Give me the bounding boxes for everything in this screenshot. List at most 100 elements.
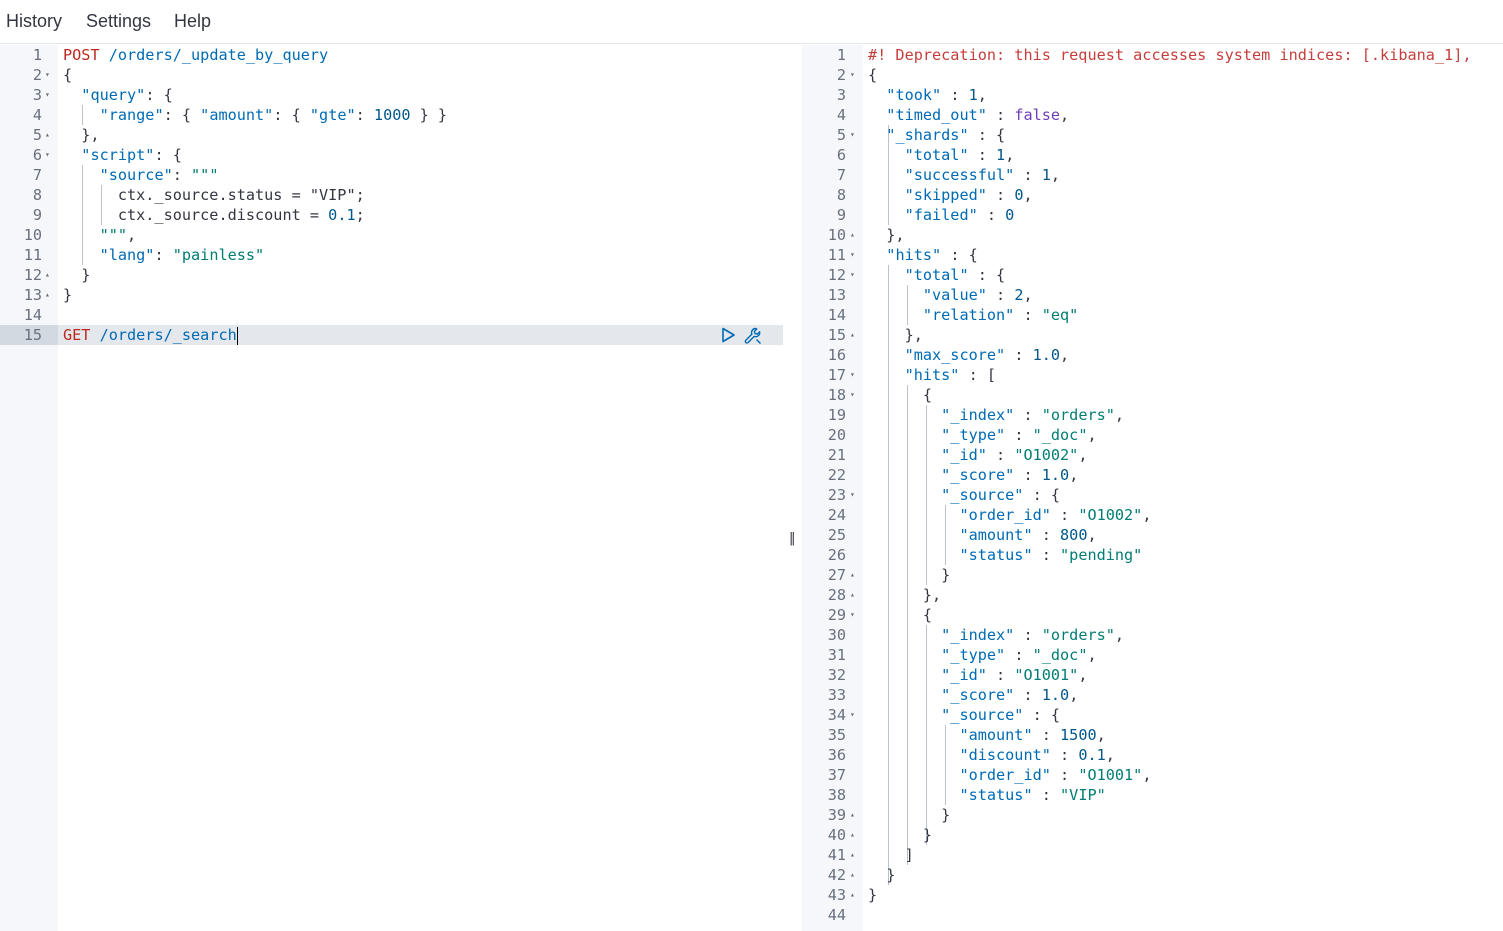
fold-collapsed-icon[interactable]: ▴ — [45, 285, 50, 305]
response-line[interactable]: 15 ▴ }, — [802, 325, 1503, 345]
fold-collapsed-icon[interactable]: ▴ — [850, 885, 855, 905]
code-text[interactable]: "_index" : "orders", — [868, 625, 1124, 645]
play-icon[interactable] — [719, 326, 737, 344]
code-text[interactable]: "query": { — [63, 85, 172, 105]
code-text[interactable]: "successful" : 1, — [868, 165, 1060, 185]
response-line[interactable]: 3 "took" : 1, — [802, 85, 1503, 105]
code-text[interactable]: }, — [868, 585, 941, 605]
code-text[interactable]: "source": """ — [63, 165, 219, 185]
request-line[interactable]: 12 ▴ } — [0, 265, 783, 285]
response-line[interactable]: 9 "failed" : 0 — [802, 205, 1503, 225]
code-text[interactable]: "script": { — [63, 145, 182, 165]
code-text[interactable]: "range": { "amount": { "gte": 1000 } } — [63, 105, 448, 125]
request-editor[interactable]: 1 POST /orders/_update_by_query 2 ▾{3 ▾ "que… — [0, 45, 783, 931]
fold-expanded-icon[interactable]: ▾ — [850, 705, 855, 725]
request-line[interactable]: 15 GET /orders/_search — [0, 325, 783, 345]
code-text[interactable]: "status" : "pending" — [868, 545, 1142, 565]
code-text[interactable]: }, — [63, 125, 99, 145]
code-text[interactable]: "_type" : "_doc", — [868, 645, 1096, 665]
request-line[interactable]: 9 ctx._source.discount = 0.1; — [0, 205, 783, 225]
response-line[interactable]: 23 ▾ "_source" : { — [802, 485, 1503, 505]
code-text[interactable]: "_source" : { — [868, 705, 1060, 725]
response-line[interactable]: 1 #! Deprecation: this request accesses s… — [802, 45, 1503, 65]
response-line[interactable]: 17 ▾ "hits" : [ — [802, 365, 1503, 385]
response-line[interactable]: 29 ▾ { — [802, 605, 1503, 625]
code-text[interactable]: "hits" : [ — [868, 365, 996, 385]
response-line[interactable]: 34 ▾ "_source" : { — [802, 705, 1503, 725]
response-line[interactable]: 27 ▴ } — [802, 565, 1503, 585]
code-text[interactable]: } — [868, 885, 877, 905]
pane-divider[interactable]: ‖ — [783, 45, 802, 931]
request-line[interactable]: 4 "range": { "amount": { "gte": 1000 } } — [0, 105, 783, 125]
fold-expanded-icon[interactable]: ▾ — [45, 145, 50, 165]
response-line[interactable]: 22 "_score" : 1.0, — [802, 465, 1503, 485]
response-line[interactable]: 18 ▾ { — [802, 385, 1503, 405]
response-line[interactable]: 13 "value" : 2, — [802, 285, 1503, 305]
request-line[interactable]: 2 ▾ { — [0, 65, 783, 85]
menu-help[interactable]: Help — [174, 11, 211, 32]
code-text[interactable]: "discount" : 0.1, — [868, 745, 1114, 765]
response-line[interactable]: 44 — [802, 905, 1503, 925]
response-line[interactable]: 14 "relation" : "eq" — [802, 305, 1503, 325]
code-text[interactable]: }, — [868, 225, 904, 245]
fold-expanded-icon[interactable]: ▾ — [850, 125, 855, 145]
code-text[interactable]: "amount" : 1500, — [868, 725, 1105, 745]
code-text[interactable]: } — [868, 825, 932, 845]
fold-expanded-icon[interactable]: ▾ — [850, 385, 855, 405]
code-text[interactable]: { — [868, 605, 932, 625]
code-text[interactable]: "total" : 1, — [868, 145, 1015, 165]
response-line[interactable]: 10 ▴ }, — [802, 225, 1503, 245]
request-line[interactable]: 13 ▴} — [0, 285, 783, 305]
response-line[interactable]: 20 "_type" : "_doc", — [802, 425, 1503, 445]
code-text[interactable]: "timed_out" : false, — [868, 105, 1069, 125]
response-line[interactable]: 37 "order_id" : "O1001", — [802, 765, 1503, 785]
code-text[interactable]: "status" : "VIP" — [868, 785, 1105, 805]
code-text[interactable]: "hits" : { — [868, 245, 977, 265]
response-line[interactable]: 24 "order_id" : "O1002", — [802, 505, 1503, 525]
response-line[interactable]: 40 ▴ } — [802, 825, 1503, 845]
response-line[interactable]: 2 ▾ { — [802, 65, 1503, 85]
code-text[interactable]: "_score" : 1.0, — [868, 685, 1078, 705]
fold-expanded-icon[interactable]: ▾ — [850, 245, 855, 265]
fold-collapsed-icon[interactable]: ▴ — [850, 825, 855, 845]
response-line[interactable]: 31 "_type" : "_doc", — [802, 645, 1503, 665]
code-text[interactable]: }, — [868, 325, 923, 345]
response-line[interactable]: 35 "amount" : 1500, — [802, 725, 1503, 745]
code-text[interactable]: "max_score" : 1.0, — [868, 345, 1070, 365]
code-text[interactable]: "_source" : { — [868, 485, 1060, 505]
response-line[interactable]: 6 "total" : 1, — [802, 145, 1503, 165]
code-text[interactable]: "lang": "painless" — [63, 245, 265, 265]
fold-expanded-icon[interactable]: ▾ — [850, 605, 855, 625]
response-line[interactable]: 8 "skipped" : 0, — [802, 185, 1503, 205]
fold-collapsed-icon[interactable]: ▴ — [850, 585, 855, 605]
code-text[interactable]: } — [868, 565, 950, 585]
code-text[interactable]: "_index" : "orders", — [868, 405, 1124, 425]
response-line[interactable]: 43 ▴} — [802, 885, 1503, 905]
response-line[interactable]: 38 "status" : "VIP" — [802, 785, 1503, 805]
request-line[interactable]: 14 — [0, 305, 783, 325]
response-line[interactable]: 33 "_score" : 1.0, — [802, 685, 1503, 705]
fold-expanded-icon[interactable]: ▾ — [850, 265, 855, 285]
response-line[interactable]: 21 "_id" : "O1002", — [802, 445, 1503, 465]
fold-collapsed-icon[interactable]: ▴ — [850, 225, 855, 245]
fold-collapsed-icon[interactable]: ▴ — [45, 125, 50, 145]
code-text[interactable]: "took" : 1, — [868, 85, 987, 105]
request-line[interactable]: 3 ▾ "query": { — [0, 85, 783, 105]
code-text[interactable]: "order_id" : "O1002", — [868, 505, 1151, 525]
response-line[interactable]: 7 "successful" : 1, — [802, 165, 1503, 185]
response-line[interactable]: 19 "_index" : "orders", — [802, 405, 1503, 425]
response-viewer[interactable]: 1 #! Deprecation: this request accesses s… — [802, 45, 1503, 931]
code-text[interactable]: "_score" : 1.0, — [868, 465, 1078, 485]
fold-collapsed-icon[interactable]: ▴ — [850, 325, 855, 345]
code-text[interactable]: { — [868, 385, 932, 405]
menu-settings[interactable]: Settings — [86, 11, 151, 32]
code-text[interactable]: "value" : 2, — [868, 285, 1033, 305]
code-text[interactable]: "total" : { — [868, 265, 1006, 285]
code-text[interactable]: "amount" : 800, — [868, 525, 1096, 545]
fold-collapsed-icon[interactable]: ▴ — [850, 845, 855, 865]
request-line[interactable]: 6 ▾ "script": { — [0, 145, 783, 165]
response-line[interactable]: 36 "discount" : 0.1, — [802, 745, 1503, 765]
response-line[interactable]: 42 ▴ } — [802, 865, 1503, 885]
drag-handle-icon[interactable]: ‖ — [789, 531, 796, 546]
response-line[interactable]: 26 "status" : "pending" — [802, 545, 1503, 565]
